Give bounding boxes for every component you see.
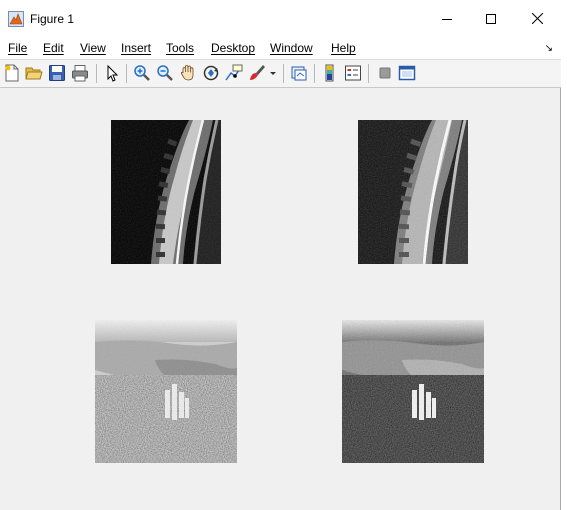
toolbar-separator xyxy=(126,64,127,83)
aerial-city-equalized-image[interactable] xyxy=(342,320,484,463)
aerial-city-original-image[interactable] xyxy=(95,320,237,463)
matlab-figure-icon xyxy=(8,11,24,27)
link-plot-icon[interactable] xyxy=(290,64,308,82)
maximize-button[interactable] xyxy=(468,0,514,37)
menu-insert[interactable]: Insert xyxy=(121,41,151,55)
minimize-button[interactable] xyxy=(424,0,470,37)
rotate-3d-icon[interactable] xyxy=(202,64,220,82)
maximize-icon xyxy=(486,13,496,24)
menu-bar: File Edit View Insert Tools Desktop Wind… xyxy=(0,37,561,60)
menu-tools[interactable]: Tools xyxy=(166,41,194,55)
new-figure-icon[interactable] xyxy=(3,64,21,82)
title-bar[interactable]: Figure 1 xyxy=(0,0,561,37)
hide-plot-tools-icon[interactable] xyxy=(376,64,394,82)
toolbar-separator xyxy=(368,64,369,83)
pan-hand-icon[interactable] xyxy=(179,64,197,82)
zoom-in-icon[interactable] xyxy=(133,64,151,82)
close-button[interactable] xyxy=(514,0,560,37)
toolbar-separator xyxy=(283,64,284,83)
menu-window[interactable]: Window xyxy=(270,41,313,55)
toolbar-separator xyxy=(96,64,97,83)
brush-icon[interactable] xyxy=(248,64,266,82)
dock-figure-icon[interactable]: ↘ xyxy=(545,43,553,54)
menu-edit[interactable]: Edit xyxy=(43,41,64,55)
insert-legend-icon[interactable] xyxy=(344,64,362,82)
minimize-icon xyxy=(442,18,452,20)
edit-plot-arrow-icon[interactable] xyxy=(103,64,121,82)
menu-desktop[interactable]: Desktop xyxy=(211,41,255,55)
insert-colorbar-icon[interactable] xyxy=(321,64,339,82)
data-cursor-icon[interactable] xyxy=(225,64,243,82)
mri-spine-equalized-image[interactable] xyxy=(358,120,468,264)
window-title: Figure 1 xyxy=(30,12,75,26)
brush-dropdown-icon[interactable] xyxy=(268,64,278,82)
figure-window: Figure 1 File Edit View Insert Tools Des… xyxy=(0,0,561,510)
open-file-icon[interactable] xyxy=(25,64,43,82)
zoom-out-icon[interactable] xyxy=(156,64,174,82)
show-plot-tools-icon[interactable] xyxy=(398,64,416,82)
menu-view[interactable]: View xyxy=(80,41,106,55)
save-icon[interactable] xyxy=(48,64,66,82)
menu-help[interactable]: Help xyxy=(331,41,356,55)
close-icon xyxy=(531,13,543,24)
print-icon[interactable] xyxy=(71,64,89,82)
toolbar-separator xyxy=(314,64,315,83)
figure-toolbar xyxy=(0,60,561,88)
menu-file[interactable]: File xyxy=(8,41,27,55)
mri-spine-original-image[interactable] xyxy=(111,120,221,264)
